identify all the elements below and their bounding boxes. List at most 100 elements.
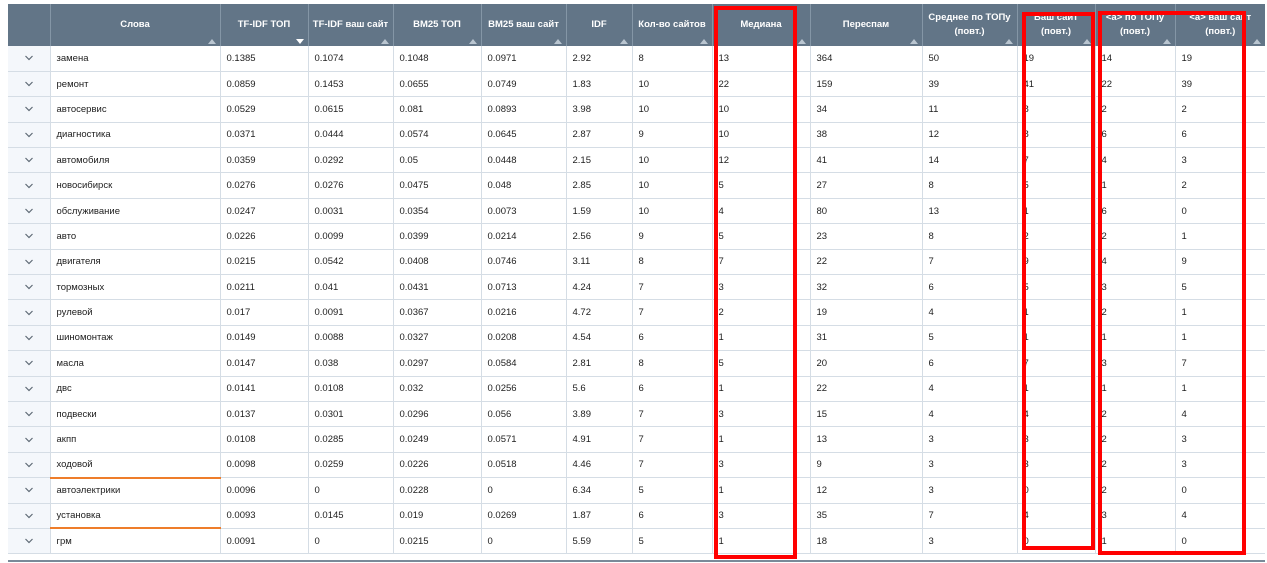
row-expand-cell[interactable] [8,401,51,428]
overspam-cell: 20 [810,350,923,377]
chevron-down-icon[interactable] [24,334,34,342]
chevron-down-icon[interactable] [24,283,34,291]
sort-asc-icon[interactable] [1253,39,1261,44]
chevron-down-icon[interactable] [24,309,34,317]
row-expand-cell[interactable] [8,122,51,149]
overspam-cell: 34 [810,96,923,123]
table-row[interactable]: обслуживание 0.0247 0.0031 0.0354 0.0073 1.59… [8,198,1265,225]
sort-asc-icon[interactable] [1004,39,1013,44]
column-sites-count[interactable]: Кол-во сайтов [632,4,713,46]
a-site-cell: 9 [1175,249,1265,276]
column-idf[interactable]: IDF [566,4,633,46]
column-tfidf-top[interactable]: TF-IDF ТОП [220,4,309,46]
column-words[interactable]: Слова [50,4,221,46]
table-row[interactable]: двигателя 0.0215 0.0542 0.0408 0.0746 3.11 8 7 2… [8,249,1265,276]
table-row[interactable]: акпп 0.0108 0.0285 0.0249 0.0571 4.91 7 1 13 3 3 2 3 [8,426,1265,453]
sort-asc-icon[interactable] [553,39,562,44]
sort-asc-icon[interactable] [207,39,216,44]
column-tfidf-site[interactable]: TF-IDF ваш сайт [308,4,394,46]
a-top-cell: 22 [1095,71,1176,98]
row-expand-cell[interactable] [8,46,51,72]
table-row[interactable]: автоэлектрики 0.0096 0 0.0228 0 6.34 5 1 12 3 0 2 0 [8,477,1265,504]
chevron-down-icon[interactable] [24,131,34,139]
sort-asc-icon[interactable] [1162,39,1171,44]
table-row[interactable]: замена 0.1385 0.1074 0.1048 0.0971 2.92 8 13 364… [8,46,1265,72]
chevron-down-icon[interactable] [24,54,34,62]
chevron-down-icon[interactable] [24,182,34,190]
chevron-down-icon[interactable] [24,156,34,164]
table-row[interactable]: автосервис 0.0529 0.0615 0.081 0.0893 3.98 10 1… [8,96,1265,123]
table-row[interactable]: подвески 0.0137 0.0301 0.0296 0.056 3.89 7 3 15 4… [8,401,1265,428]
sort-asc-icon[interactable] [699,39,708,44]
chevron-down-icon[interactable] [24,537,34,545]
row-expand-cell[interactable] [8,325,51,352]
sort-asc-icon[interactable] [619,39,628,44]
row-expand-cell[interactable] [8,350,51,377]
column-header-label: Кол-во сайтов [638,19,706,30]
table-row[interactable]: установка 0.0093 0.0145 0.019 0.0269 1.87 6 3 35… [8,503,1265,530]
column-a-top[interactable]: <a> по ТОПу (повт.) [1095,4,1176,46]
a-site-cell: 4 [1175,401,1265,428]
row-expand-cell[interactable] [8,376,51,402]
idf-cell: 4.54 [566,325,633,352]
chevron-down-icon[interactable] [24,232,34,240]
bm25-site-cell: 0.0971 [481,46,567,72]
chevron-down-icon[interactable] [24,486,34,494]
chevron-down-icon[interactable] [24,258,34,266]
row-expand-cell[interactable] [8,249,51,276]
chevron-down-icon[interactable] [24,512,34,520]
table-row[interactable]: рулевой 0.017 0.0091 0.0367 0.0216 4.72 7 2 19 4 1… [8,299,1265,326]
sort-desc-icon[interactable] [295,39,304,44]
table-row[interactable]: тормозных 0.0211 0.041 0.0431 0.0713 4.24 7 3 32… [8,274,1265,301]
word-cell: авто [50,223,221,250]
table-row[interactable]: ходовой 0.0098 0.0259 0.0226 0.0518 4.46 7 3 9 3 3… [8,452,1265,479]
avg-top-cell: 5 [922,325,1018,352]
row-expand-cell[interactable] [8,452,51,479]
chevron-down-icon[interactable] [24,207,34,215]
sort-asc-icon[interactable] [468,39,477,44]
table-row[interactable]: шиномонтаж 0.0149 0.0088 0.0327 0.0208 4.54 6 1… [8,325,1265,352]
table-row[interactable]: ремонт 0.0859 0.1453 0.0655 0.0749 1.83 10 22 15… [8,71,1265,98]
table-row[interactable]: автомобиля 0.0359 0.0292 0.05 0.0448 2.15 10 12… [8,147,1265,174]
column-your-site[interactable]: Ваш сайт (повт.) [1017,4,1096,46]
chevron-down-icon[interactable] [24,385,34,393]
row-expand-cell[interactable] [8,299,51,326]
sort-asc-icon[interactable] [380,39,389,44]
row-expand-cell[interactable] [8,147,51,174]
row-expand-cell[interactable] [8,71,51,98]
bm25-site-cell: 0.0746 [481,249,567,276]
your-site-cell: 5 [1017,172,1096,199]
row-expand-cell[interactable] [8,477,51,504]
table-row[interactable]: грм 0.0091 0 0.0215 0 5.59 5 1 18 3 0 1 0 [8,528,1265,555]
row-expand-cell[interactable] [8,426,51,453]
table-row[interactable]: авто 0.0226 0.0099 0.0399 0.0214 2.56 9 5 23 8 2 2 1 [8,223,1265,250]
table-row[interactable]: двс 0.0141 0.0108 0.032 0.0256 5.6 6 1 22 4 1 1 1 [8,376,1265,402]
column-median[interactable]: Медиана [712,4,811,46]
column-avg-top[interactable]: Среднее по ТОПу (повт.) [922,4,1018,46]
column-bm25-site[interactable]: BM25 ваш сайт [481,4,567,46]
chevron-down-icon[interactable] [24,436,34,444]
column-overspam[interactable]: Переспам [810,4,923,46]
table-row[interactable]: масла 0.0147 0.038 0.0297 0.0584 2.81 8 5 20 6 7 3 7 [8,350,1265,377]
word-cell: обслуживание [50,198,221,225]
table-row[interactable]: новосибирск 0.0276 0.0276 0.0475 0.048 2.85 10… [8,172,1265,199]
chevron-down-icon[interactable] [24,359,34,367]
column-bm25-top[interactable]: BM25 ТОП [393,4,482,46]
row-expand-cell[interactable] [8,223,51,250]
row-expand-cell[interactable] [8,96,51,123]
row-expand-cell[interactable] [8,198,51,225]
sort-asc-icon[interactable] [797,39,806,44]
column-a-site[interactable]: <a> ваш сайт (повт.) [1175,4,1265,46]
chevron-down-icon[interactable] [24,105,34,113]
chevron-down-icon[interactable] [24,80,34,88]
row-expand-cell[interactable] [8,503,51,529]
sort-asc-icon[interactable] [909,39,918,44]
row-expand-cell[interactable] [8,274,51,301]
chevron-down-icon[interactable] [24,410,34,418]
sort-asc-icon[interactable] [1082,39,1091,44]
row-expand-cell[interactable] [8,172,51,199]
row-expand-cell[interactable] [8,528,51,555]
table-row[interactable]: диагностика 0.0371 0.0444 0.0574 0.0645 2.87 9… [8,122,1265,149]
chevron-down-icon[interactable] [24,461,34,469]
column-header-label: IDF [591,19,607,30]
